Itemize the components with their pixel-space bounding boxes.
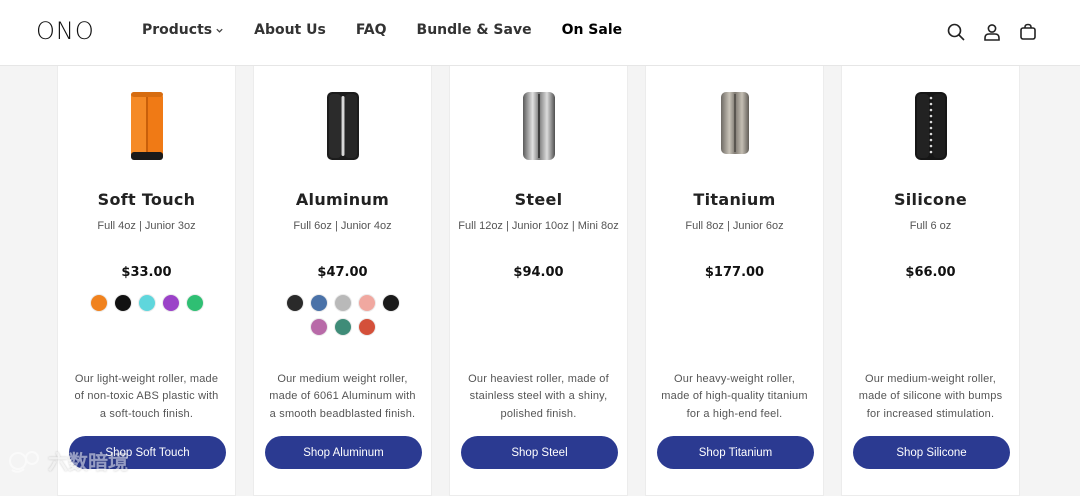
site-header: ONO Products About Us FAQ Bundle & Save … bbox=[0, 0, 1080, 66]
nav-faq[interactable]: FAQ bbox=[356, 22, 387, 38]
product-card-silicone: Silicone Full 6 oz $66.00 Our medium-wei… bbox=[841, 66, 1020, 496]
nav-on-sale[interactable]: On Sale bbox=[562, 22, 623, 38]
product-name[interactable]: Titanium bbox=[646, 190, 823, 209]
silicone-roller-image[interactable] bbox=[842, 90, 1019, 160]
color-swatch[interactable] bbox=[138, 295, 155, 311]
product-description: Our heavy-weight roller, made of high-qu… bbox=[661, 373, 808, 420]
product-weights: Full 12oz | Junior 10oz | Mini 8oz bbox=[458, 220, 619, 232]
search-icon[interactable] bbox=[946, 22, 968, 44]
header-icons bbox=[932, 22, 1040, 44]
color-swatch[interactable] bbox=[358, 319, 375, 335]
color-swatch[interactable] bbox=[358, 295, 375, 311]
product-description: Our medium weight roller, made of 6061 A… bbox=[269, 373, 416, 420]
color-swatch[interactable] bbox=[310, 319, 327, 335]
account-icon[interactable] bbox=[982, 22, 1004, 44]
shop-aluminum-button[interactable]: Shop Aluminum bbox=[265, 436, 422, 469]
titanium-roller-image[interactable] bbox=[646, 90, 823, 160]
product-card-soft-touch: Soft Touch Full 4oz | Junior 3oz $33.00 … bbox=[57, 66, 236, 496]
nav-products[interactable]: Products bbox=[142, 22, 224, 38]
color-swatch[interactable] bbox=[186, 295, 203, 311]
color-swatch[interactable] bbox=[334, 319, 351, 335]
color-swatches bbox=[80, 295, 213, 319]
product-name[interactable]: Aluminum bbox=[254, 190, 431, 209]
nav-bundle-save[interactable]: Bundle & Save bbox=[417, 22, 532, 38]
product-price: $94.00 bbox=[513, 265, 564, 280]
product-name[interactable]: Steel bbox=[450, 190, 627, 209]
steel-roller-image[interactable] bbox=[450, 90, 627, 160]
color-swatch[interactable] bbox=[114, 295, 131, 311]
color-swatch[interactable] bbox=[382, 295, 399, 311]
nav-about-us[interactable]: About Us bbox=[254, 22, 326, 38]
watermark-text: 六数暗境 bbox=[48, 452, 128, 474]
watermark-icon bbox=[9, 450, 39, 473]
product-name[interactable]: Soft Touch bbox=[58, 190, 235, 209]
product-description: Our medium-weight roller, made of silico… bbox=[858, 373, 1003, 420]
product-weights: Full 6oz | Junior 4oz bbox=[293, 220, 392, 232]
product-description: Our light-weight roller, made of non-tox… bbox=[74, 373, 219, 420]
product-weights: Full 4oz | Junior 3oz bbox=[97, 220, 196, 232]
main-nav: Products About Us FAQ Bundle & Save On S… bbox=[142, 22, 652, 38]
product-name[interactable]: Silicone bbox=[842, 190, 1019, 209]
shop-silicone-button[interactable]: Shop Silicone bbox=[853, 436, 1010, 469]
product-price: $33.00 bbox=[121, 265, 172, 280]
ono-logo[interactable]: ONO bbox=[36, 17, 95, 45]
product-card-steel: Steel Full 12oz | Junior 10oz | Mini 8oz… bbox=[449, 66, 628, 496]
product-price: $66.00 bbox=[905, 265, 956, 280]
watermark: 六数暗境 bbox=[8, 446, 128, 475]
color-swatch[interactable] bbox=[310, 295, 327, 311]
color-swatches bbox=[276, 295, 409, 343]
product-card-titanium: Titanium Full 8oz | Junior 6oz $177.00 O… bbox=[645, 66, 824, 496]
product-weights: Full 8oz | Junior 6oz bbox=[685, 220, 784, 232]
soft-touch-roller-image[interactable] bbox=[58, 90, 235, 160]
product-price: $177.00 bbox=[704, 265, 765, 280]
shop-titanium-button[interactable]: Shop Titanium bbox=[657, 436, 814, 469]
product-grid: Soft Touch Full 4oz | Junior 3oz $33.00 … bbox=[57, 66, 1037, 496]
color-swatch[interactable] bbox=[334, 295, 351, 311]
nav-products-label: Products bbox=[142, 22, 213, 38]
aluminum-roller-image[interactable] bbox=[254, 90, 431, 160]
color-swatch[interactable] bbox=[162, 295, 179, 311]
color-swatch[interactable] bbox=[286, 295, 303, 311]
color-swatch[interactable] bbox=[90, 295, 107, 311]
product-card-aluminum: Aluminum Full 6oz | Junior 4oz $47.00 Ou… bbox=[253, 66, 432, 496]
product-price: $47.00 bbox=[317, 265, 368, 280]
cart-icon[interactable] bbox=[1018, 22, 1040, 44]
chevron-down-icon bbox=[215, 26, 224, 35]
product-weights: Full 6 oz bbox=[909, 220, 952, 232]
shop-steel-button[interactable]: Shop Steel bbox=[461, 436, 618, 469]
product-description: Our heaviest roller, made of stainless s… bbox=[468, 373, 609, 420]
